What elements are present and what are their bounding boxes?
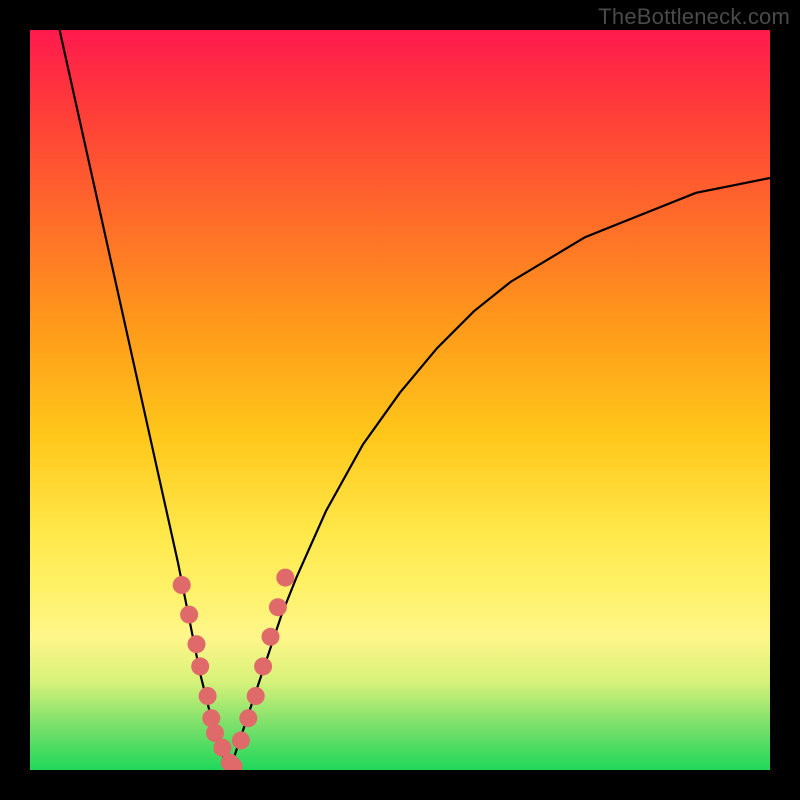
marker-dots-right	[269, 598, 287, 616]
marker-dots-left	[199, 687, 217, 705]
marker-dots-left	[191, 657, 209, 675]
watermark-text: TheBottleneck.com	[598, 4, 790, 30]
chart-area	[30, 30, 770, 770]
marker-dots-left	[180, 606, 198, 624]
curve-right-branch	[230, 178, 770, 770]
chart-svg	[30, 30, 770, 770]
marker-dots-right	[239, 709, 257, 727]
chart-markers	[173, 569, 295, 770]
marker-dots-right	[276, 569, 294, 587]
marker-dots-right	[247, 687, 265, 705]
chart-lines	[60, 30, 770, 770]
marker-dots-right	[232, 731, 250, 749]
marker-dots-right	[262, 628, 280, 646]
marker-dots-right	[254, 657, 272, 675]
marker-dots-left	[173, 576, 191, 594]
marker-dots-left	[188, 635, 206, 653]
